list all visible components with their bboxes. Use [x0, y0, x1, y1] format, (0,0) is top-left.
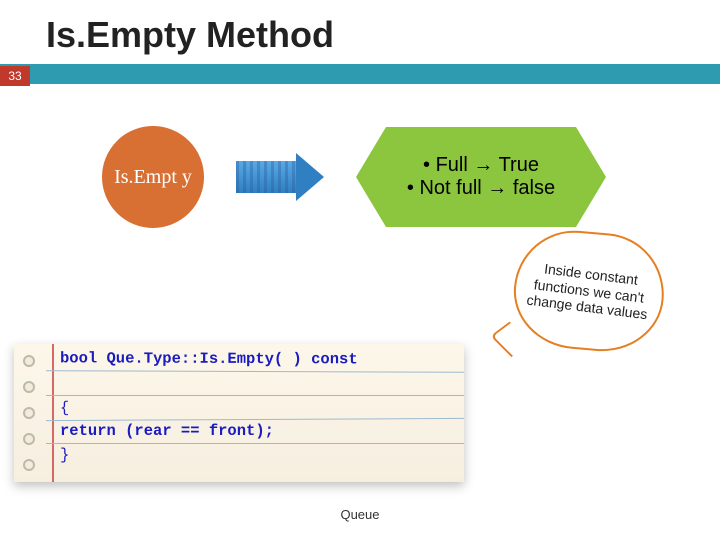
page-number-badge: 33: [0, 66, 30, 86]
method-circle-text: Is.Empt y: [114, 167, 192, 188]
code-line-4: return (rear == front);: [60, 422, 274, 440]
concept-row: Is.Empt y • Full → True • Not full → fal…: [100, 124, 720, 230]
footer-text: Queue: [0, 507, 720, 522]
code-line-3: {: [46, 395, 464, 421]
arrow-icon: [236, 155, 326, 199]
result-text: • Full → True • Not full → false: [356, 127, 606, 227]
notebook-holes: [16, 348, 42, 478]
method-circle: Is.Empt y: [100, 124, 206, 230]
result-line-1: • Full → True: [423, 154, 539, 177]
slide-title: Is.Empty Method: [0, 0, 720, 64]
callout-text: Inside constant functions we can't chang…: [519, 234, 660, 347]
code-line-5: }: [46, 444, 464, 468]
code-snippet: bool Que.Type::Is.Empty( ) const { retur…: [14, 344, 464, 482]
accent-bar: [0, 64, 720, 84]
code-line-1: bool Que.Type::Is.Empty( ) const: [60, 349, 358, 368]
code-lines: bool Que.Type::Is.Empty( ) const { retur…: [46, 348, 464, 468]
callout-bubble: Inside constant functions we can't chang…: [514, 232, 664, 350]
result-hexagon: • Full → True • Not full → false: [356, 127, 606, 227]
code-line-2: [46, 372, 464, 396]
result-line-2: • Not full → false: [407, 177, 555, 200]
slide: Is.Empty Method 33 Is.Empt y • Full → Tr…: [0, 0, 720, 540]
